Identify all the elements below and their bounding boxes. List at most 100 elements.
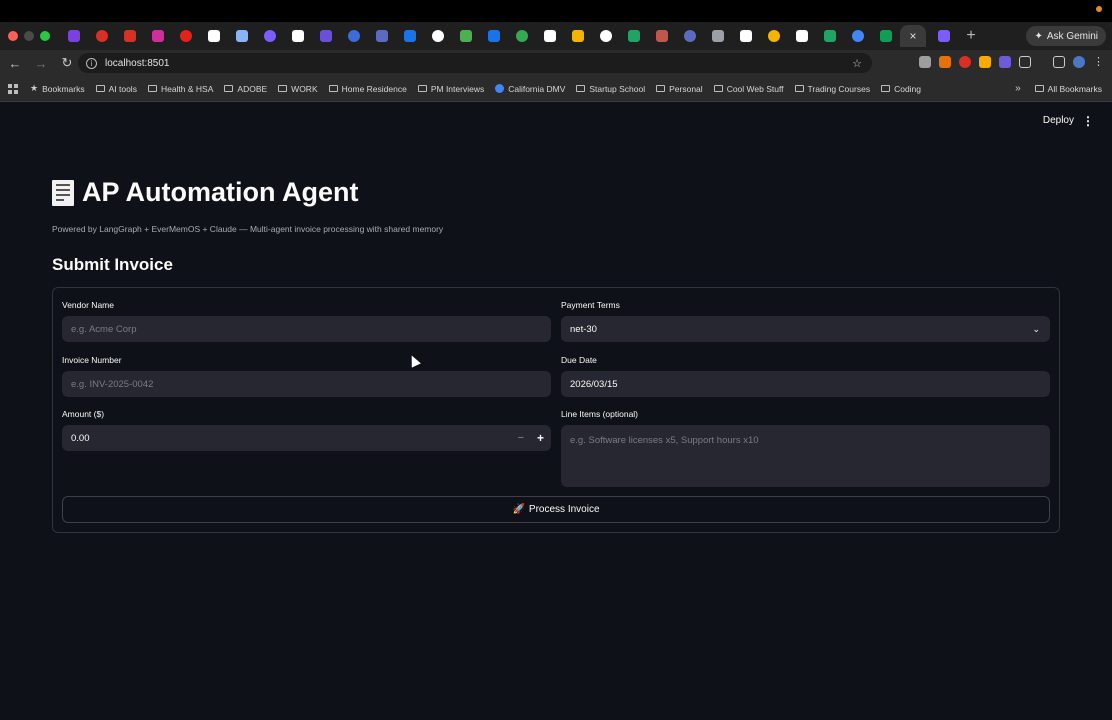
browser-tab[interactable] [256, 25, 284, 47]
vendor-name-input[interactable]: e.g. Acme Corp [62, 316, 551, 342]
tab-favicon-icon [236, 30, 248, 42]
extension-icon[interactable] [999, 55, 1011, 68]
browser-tab[interactable] [116, 25, 144, 47]
main-menu-icon[interactable]: ⋮ [1082, 114, 1094, 128]
payment-terms-label: Payment Terms [561, 300, 620, 310]
tab-favicon-icon [208, 30, 220, 42]
browser-tab[interactable] [816, 25, 844, 47]
browser-tab[interactable] [396, 25, 424, 47]
more-bookmarks-icon[interactable]: » [1015, 83, 1021, 94]
vendor-name-label: Vendor Name [62, 300, 114, 310]
process-invoice-button[interactable]: 🚀 Process Invoice [62, 496, 1050, 523]
bookmark-item[interactable]: Home Residence [328, 84, 407, 94]
reload-icon[interactable]: ↻ [60, 55, 74, 71]
payment-terms-select[interactable]: net-30 ⌄ [561, 316, 1050, 342]
back-icon[interactable]: ← [8, 56, 22, 71]
tab-close-icon[interactable]: × [909, 29, 916, 43]
payment-terms-value: net-30 [570, 323, 597, 335]
bookmark-item[interactable]: Cool Web Stuff [713, 84, 784, 94]
deploy-button[interactable]: Deploy [1043, 115, 1074, 126]
all-bookmarks-label: All Bookmarks [1047, 83, 1102, 94]
browser-tab[interactable] [284, 25, 312, 47]
bookmark-item[interactable]: Startup School [576, 84, 645, 94]
bookmark-item[interactable]: ★ Bookmarks [30, 83, 85, 94]
line-items-textarea[interactable]: e.g. Software licenses x5, Support hours… [561, 425, 1050, 487]
browser-tab[interactable] [368, 25, 396, 47]
bookmark-item[interactable]: Trading Courses [794, 84, 870, 94]
browser-tab[interactable] [676, 25, 704, 47]
browser-tab[interactable] [536, 25, 564, 47]
invoice-form: Vendor Name e.g. Acme Corp Invoice Numbe… [52, 287, 1060, 533]
tab-favicon-icon [432, 30, 444, 42]
extension-icon[interactable] [939, 55, 951, 68]
all-bookmarks-folder[interactable]: All Bookmarks [1034, 83, 1102, 94]
forward-icon[interactable]: → [34, 56, 48, 71]
rocket-icon: 🚀 [512, 504, 525, 515]
browser-tab[interactable] [760, 25, 788, 47]
extension-icon[interactable] [979, 55, 991, 68]
amount-increment-button[interactable]: + [537, 431, 544, 445]
tabs-list [60, 25, 900, 47]
tab-favicon-icon [404, 30, 416, 42]
browser-tab[interactable] [788, 25, 816, 47]
browser-tab[interactable] [60, 25, 88, 47]
apps-grid-icon[interactable] [8, 83, 18, 94]
browser-tab[interactable] [480, 25, 508, 47]
extension-icon[interactable] [919, 55, 931, 68]
bookmark-label: WORK [291, 83, 318, 94]
browser-tab[interactable] [732, 25, 760, 47]
close-window-icon[interactable] [8, 31, 18, 41]
bookmark-item[interactable]: Health & HSA [147, 84, 213, 94]
bookmark-item[interactable]: California DMV [495, 84, 565, 94]
profile-avatar-icon[interactable] [1073, 55, 1085, 68]
browser-tab[interactable] [172, 25, 200, 47]
browser-tab[interactable] [508, 25, 536, 47]
browser-tab[interactable] [340, 25, 368, 47]
tab-favicon-icon [572, 30, 584, 42]
browser-tab[interactable] [620, 25, 648, 47]
bookmark-item[interactable]: ADOBE [224, 84, 267, 94]
amount-input[interactable]: 0.00 − + [62, 425, 551, 451]
puzzle-extensions-icon[interactable] [1019, 55, 1031, 68]
bookmark-item[interactable]: Coding [881, 84, 921, 94]
browser-tab[interactable] [592, 25, 620, 47]
browser-tab[interactable] [564, 25, 592, 47]
bookmark-item[interactable]: AI tools [95, 84, 137, 94]
bookmark-label: PM Interviews [430, 83, 485, 94]
browser-tab[interactable] [228, 25, 256, 47]
browser-tab[interactable] [844, 25, 872, 47]
browser-tab[interactable] [424, 25, 452, 47]
folder-icon [147, 85, 157, 92]
amount-decrement-button[interactable]: − [518, 432, 524, 444]
browser-tab[interactable] [88, 25, 116, 47]
tab-streamlit[interactable] [930, 25, 958, 47]
browser-tab[interactable] [648, 25, 676, 47]
browser-tab[interactable] [200, 25, 228, 47]
browser-tab[interactable] [452, 25, 480, 47]
address-bar[interactable]: i localhost:8501 ☆ [78, 53, 872, 73]
maximize-window-icon[interactable] [40, 31, 50, 41]
site-info-icon[interactable]: i [86, 57, 97, 69]
tab-active[interactable]: × [900, 25, 926, 47]
browser-tab[interactable] [872, 25, 900, 47]
due-date-input[interactable]: 2026/03/15 [561, 371, 1050, 397]
tab-favicon-icon [488, 30, 500, 42]
new-tab-button[interactable]: + [958, 27, 984, 45]
bookmark-item[interactable]: WORK [278, 83, 318, 94]
invoice-number-input[interactable]: e.g. INV-2025-0042 [62, 371, 551, 397]
browser-tab[interactable] [312, 25, 340, 47]
bookmark-item[interactable]: Personal [656, 84, 703, 94]
bookmark-star-icon[interactable]: ☆ [852, 57, 862, 70]
extension-icon[interactable] [959, 55, 971, 68]
ask-gemini-button[interactable]: ✦ Ask Gemini [1026, 26, 1106, 46]
tab-search-icon[interactable] [1053, 55, 1065, 68]
bookmark-label: Coding [894, 83, 922, 94]
browser-tab[interactable] [704, 25, 732, 47]
bookmark-item[interactable]: PM Interviews [417, 83, 485, 94]
minimize-window-icon[interactable] [24, 31, 34, 41]
tab-favicon-icon [740, 30, 752, 42]
browser-menu-icon[interactable]: ⋮ [1093, 55, 1104, 68]
receipt-icon [52, 179, 74, 206]
browser-tab[interactable] [144, 25, 172, 47]
gemini-sparkle-icon: ✦ [1034, 30, 1043, 42]
